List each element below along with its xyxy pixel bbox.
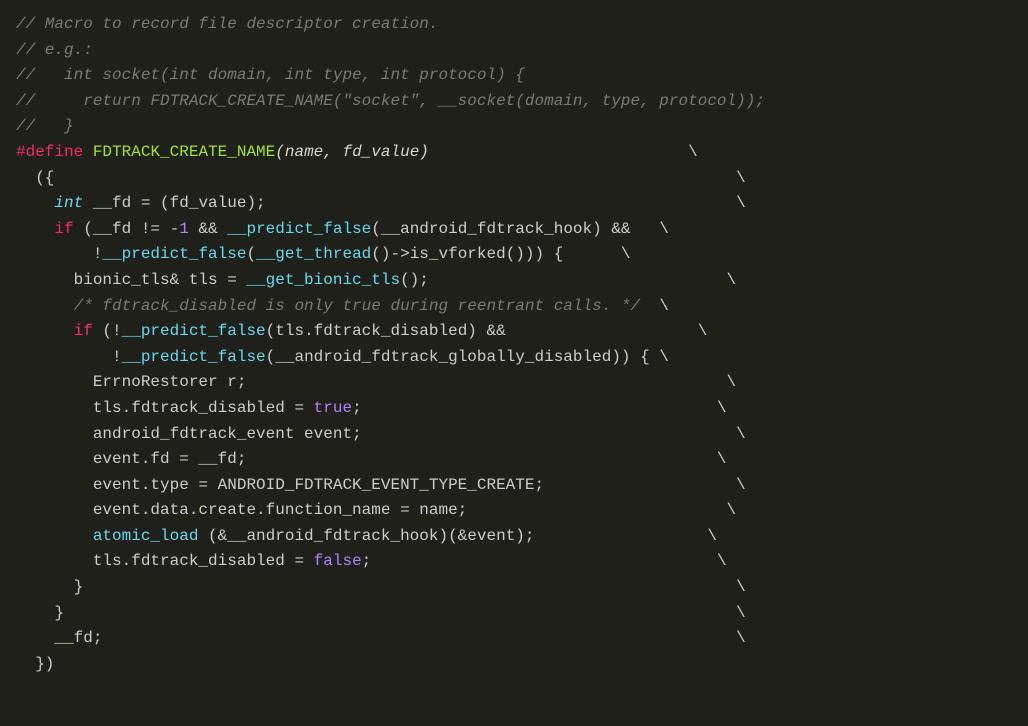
code-text: (__fd != - <box>74 220 180 238</box>
code-text: __fd = (fd_value); <box>83 194 265 212</box>
function-call: __predict_false <box>227 220 371 238</box>
type-keyword: int <box>54 194 83 212</box>
backslash: \ <box>659 220 669 238</box>
code-block: // Macro to record file descriptor creat… <box>16 12 1012 677</box>
comment-line: // e.g.: <box>16 41 93 59</box>
backslash: \ <box>659 297 669 315</box>
number-literal: 1 <box>179 220 189 238</box>
backslash: \ <box>707 527 717 545</box>
bool-literal: true <box>314 399 352 417</box>
code-text: ! <box>16 348 122 366</box>
if-keyword: if <box>74 322 93 340</box>
backslash: \ <box>736 604 746 622</box>
code-text: tls.fdtrack_disabled = <box>16 399 314 417</box>
code-text: (__android_fdtrack_globally_disabled)) { <box>266 348 650 366</box>
code-text: ( <box>246 245 256 263</box>
backslash: \ <box>717 450 727 468</box>
comment-line: // } <box>16 117 74 135</box>
function-call: __get_bionic_tls <box>246 271 400 289</box>
code-text: } <box>16 578 83 596</box>
macro-args: (name, fd_value) <box>275 143 429 161</box>
backslash: \ <box>727 271 737 289</box>
backslash: \ <box>736 194 746 212</box>
backslash: \ <box>736 425 746 443</box>
backslash: \ <box>688 143 698 161</box>
code-text: (tls.fdtrack_disabled) && <box>266 322 506 340</box>
code-text <box>16 527 93 545</box>
backslash: \ <box>727 373 737 391</box>
code-text: __fd; <box>16 629 102 647</box>
code-text: && <box>189 220 227 238</box>
code-text: (__android_fdtrack_hook) && <box>371 220 630 238</box>
code-text: ()->is_vforked())) { <box>371 245 563 263</box>
comment-line: /* fdtrack_disabled is only true during … <box>16 297 640 315</box>
code-text: event.type = ANDROID_FDTRACK_EVENT_TYPE_… <box>16 476 544 494</box>
code-text: bionic_tls& tls = <box>16 271 246 289</box>
backslash: \ <box>717 399 727 417</box>
code-text: event.fd = __fd; <box>16 450 246 468</box>
backslash: \ <box>736 169 746 187</box>
backslash: \ <box>659 348 669 366</box>
function-call: __predict_false <box>102 245 246 263</box>
code-text: ErrnoRestorer r; <box>16 373 246 391</box>
if-keyword: if <box>54 220 73 238</box>
backslash: \ <box>698 322 708 340</box>
code-text: }) <box>16 655 54 673</box>
code-text: android_fdtrack_event event; <box>16 425 362 443</box>
function-call: atomic_load <box>93 527 199 545</box>
backslash: \ <box>717 552 727 570</box>
code-text: (&__android_fdtrack_hook)(&event); <box>198 527 534 545</box>
code-text: ({ <box>16 169 54 187</box>
code-text: ! <box>16 245 102 263</box>
comment-line: // int socket(int domain, int type, int … <box>16 66 525 84</box>
code-text: event.data.create.function_name = name; <box>16 501 467 519</box>
code-text: ; <box>352 399 362 417</box>
define-keyword: #define <box>16 143 83 161</box>
comment-line: // Macro to record file descriptor creat… <box>16 15 438 33</box>
bool-literal: false <box>314 552 362 570</box>
function-call: __predict_false <box>122 348 266 366</box>
backslash: \ <box>736 578 746 596</box>
backslash: \ <box>621 245 631 263</box>
code-text: tls.fdtrack_disabled = <box>16 552 314 570</box>
function-call: __get_thread <box>256 245 371 263</box>
backslash: \ <box>736 476 746 494</box>
code-text: } <box>16 604 64 622</box>
function-call: __predict_false <box>122 322 266 340</box>
comment-line: // return FDTRACK_CREATE_NAME("socket", … <box>16 92 765 110</box>
backslash: \ <box>727 501 737 519</box>
code-text: ; <box>362 552 372 570</box>
macro-name: FDTRACK_CREATE_NAME <box>93 143 275 161</box>
code-text: (); <box>400 271 429 289</box>
code-text: (! <box>93 322 122 340</box>
backslash: \ <box>736 629 746 647</box>
